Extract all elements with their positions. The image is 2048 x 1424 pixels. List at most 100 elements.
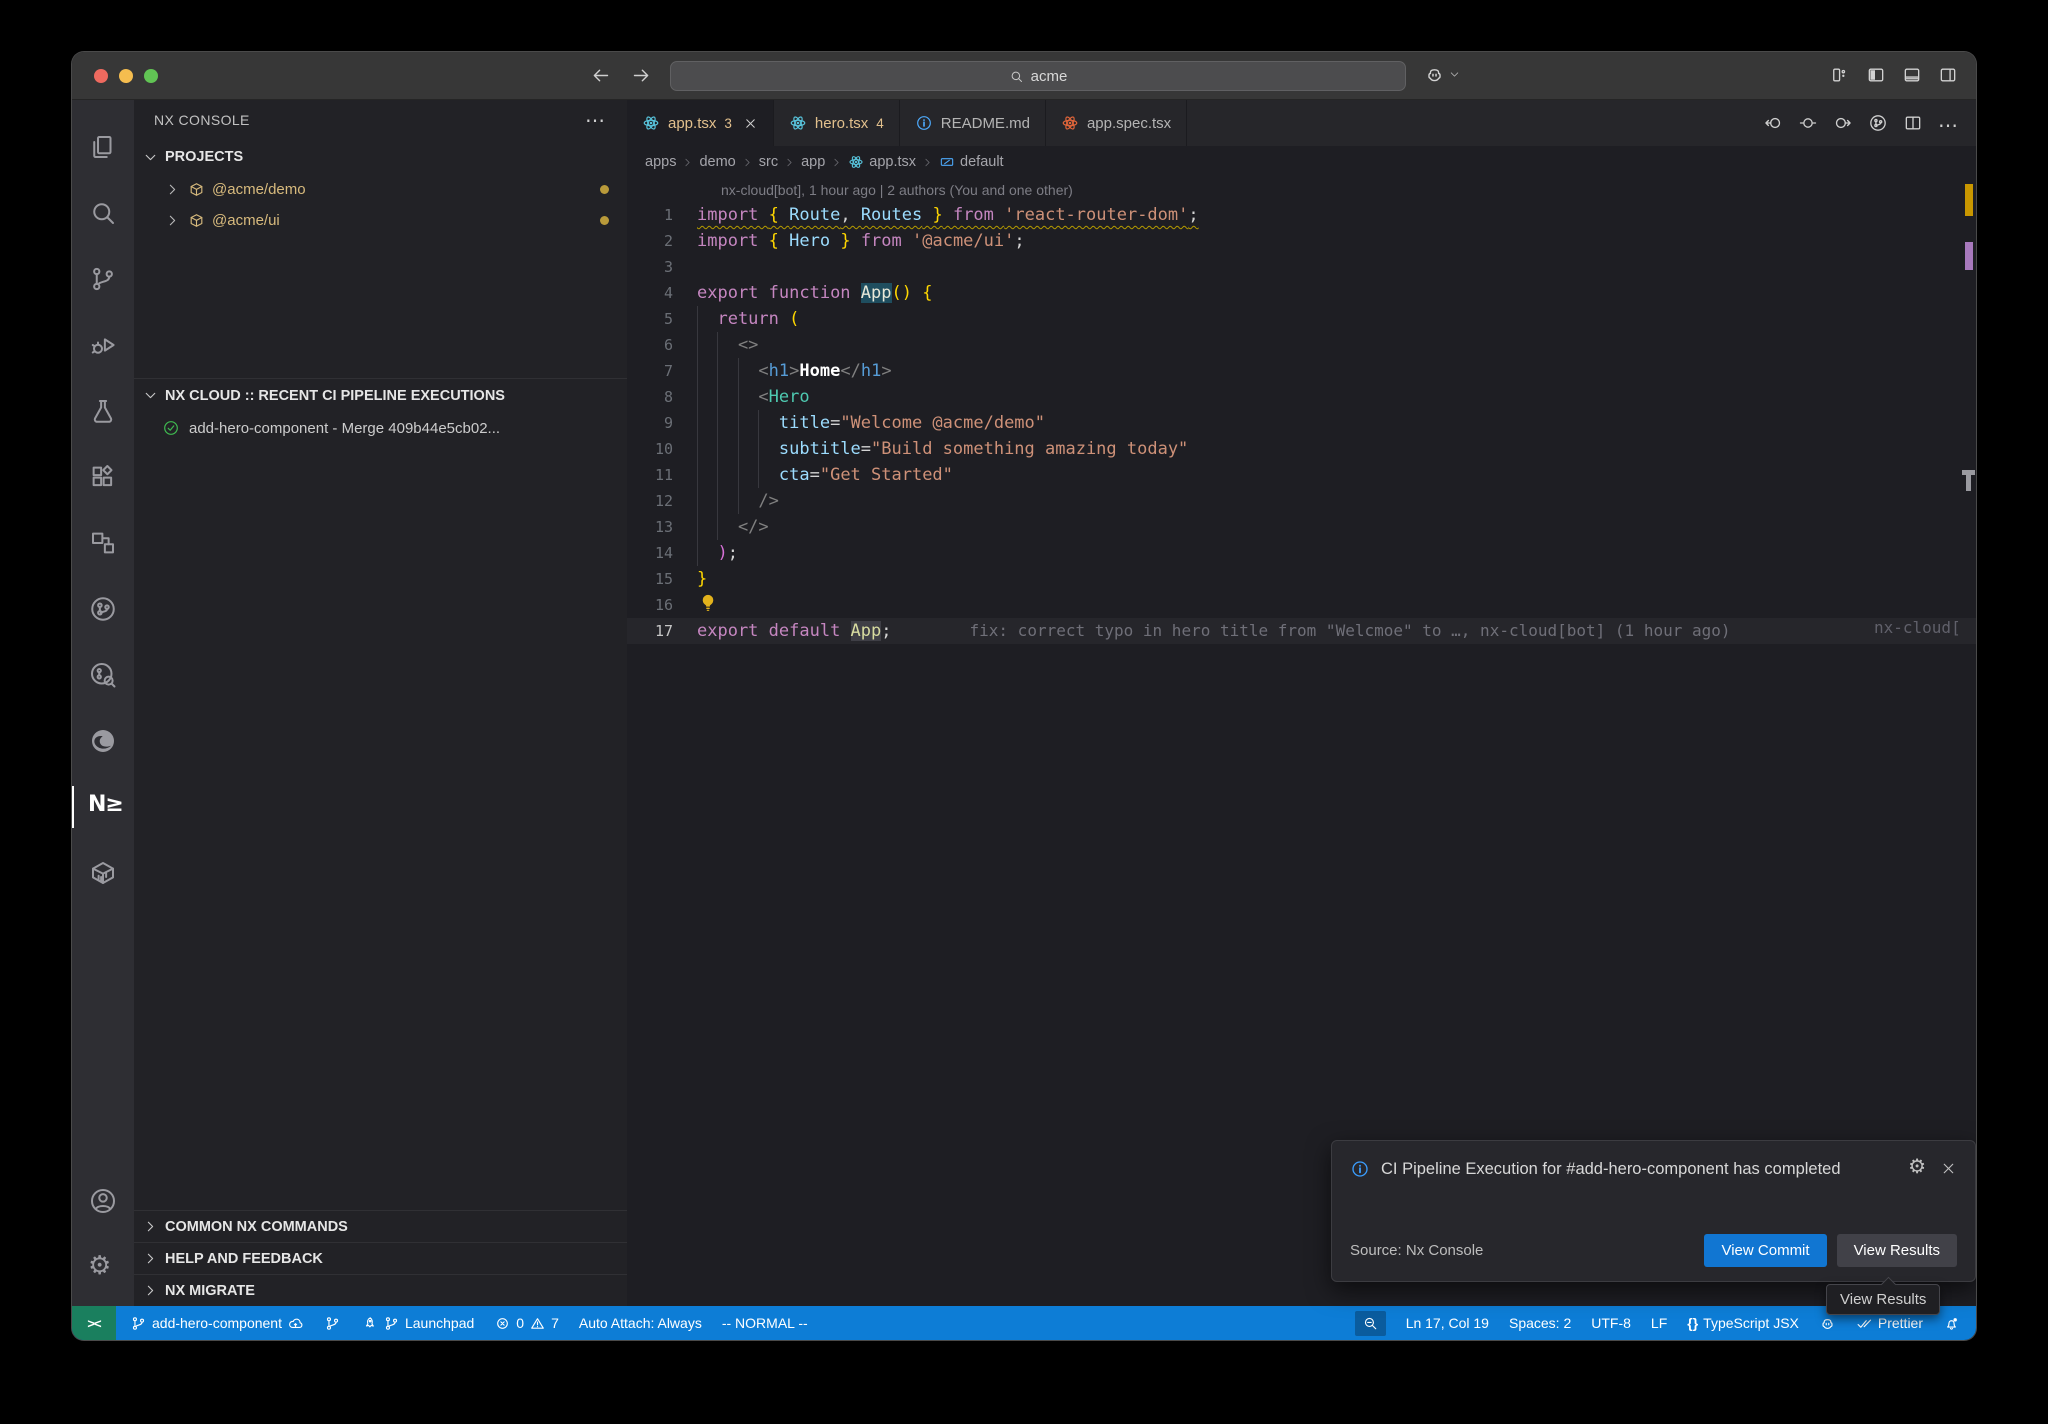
tab-label: app.spec.tsx — [1087, 115, 1171, 132]
activity-item-settings[interactable]: ⚙ — [72, 1234, 134, 1300]
toggle-secondary-sidebar-icon[interactable] — [1938, 65, 1958, 85]
status-item-indentation[interactable]: Spaces: 2 — [1509, 1315, 1571, 1331]
status-item-eol[interactable]: LF — [1651, 1315, 1667, 1331]
status-item-copilot[interactable] — [1819, 1315, 1836, 1332]
tab-hero.tsx[interactable]: hero.tsx4 — [774, 100, 900, 146]
nx-cloud-icon — [88, 594, 118, 624]
status-item-launchpad[interactable]: Launchpad — [361, 1315, 474, 1332]
tab-app.spec.tsx[interactable]: app.spec.tsx — [1046, 100, 1187, 146]
section-nx-migrate[interactable]: NX MIGRATE — [134, 1274, 627, 1306]
titlebar: acme — [72, 52, 1976, 100]
minimize-window-button[interactable] — [119, 69, 133, 83]
activity-item-source-control[interactable] — [72, 246, 134, 312]
history-forward-icon[interactable] — [1833, 113, 1853, 133]
overview-ruler[interactable] — [1961, 178, 1976, 1306]
chevron-down-icon — [142, 387, 159, 404]
nav-back-icon[interactable] — [590, 65, 611, 86]
toggle-sidebar-icon[interactable] — [1866, 65, 1886, 85]
project-row[interactable]: @acme/demo — [134, 174, 627, 205]
section-common-nx-commands[interactable]: COMMON NX COMMANDS — [134, 1210, 627, 1242]
view-results-button[interactable]: View Results — [1837, 1234, 1957, 1267]
pipeline-row[interactable]: add-hero-component - Merge 409b44e5cb02.… — [134, 412, 627, 444]
activity-item-search[interactable] — [72, 180, 134, 246]
notification-settings-icon[interactable]: ⚙ — [1908, 1157, 1926, 1182]
react-icon — [848, 154, 864, 170]
status-item-encoding[interactable]: UTF-8 — [1591, 1315, 1631, 1331]
activity-item-nx-console[interactable]: N≥ — [72, 774, 134, 840]
activity-item-testing[interactable] — [72, 378, 134, 444]
sidebar-more-icon[interactable]: ⋯ — [585, 108, 607, 133]
history-current-icon[interactable] — [1798, 113, 1818, 133]
line-number: 9 — [627, 410, 697, 436]
activity-item-containers[interactable] — [72, 840, 134, 906]
sidebar-nx-console: NX CONSOLE ⋯ PROJECTS @acme/demo@acme/ui… — [134, 100, 627, 1306]
braces-glyph: {} — [1687, 1315, 1698, 1331]
customize-layout-icon[interactable] — [1830, 65, 1850, 85]
code-editor[interactable]: nx-cloud[bot], 1 hour ago | 2 authors (Y… — [627, 178, 1976, 1306]
close-icon[interactable] — [1940, 1160, 1957, 1177]
split-editor-icon[interactable] — [1903, 113, 1923, 133]
breadcrumb-item-demo[interactable]: demo — [699, 154, 735, 170]
status-item-formatter[interactable]: Prettier — [1856, 1315, 1923, 1332]
gitlens-icon — [88, 660, 118, 690]
status-item-notifications-bell[interactable] — [1943, 1315, 1960, 1332]
copilot-icon — [1424, 64, 1445, 85]
status-item-zoom-indicator[interactable] — [1355, 1311, 1386, 1336]
project-row[interactable]: @acme/ui — [134, 205, 627, 236]
code-line-1: 1import { Route, Routes } from 'react-ro… — [627, 202, 1976, 228]
graph-circle-icon[interactable] — [1868, 113, 1888, 133]
activity-item-edge-tools[interactable] — [72, 708, 134, 774]
history-back-icon[interactable] — [1763, 113, 1783, 133]
activity-item-project-graph[interactable] — [72, 510, 134, 576]
status-item-cursor-position[interactable]: Ln 17, Col 19 — [1406, 1315, 1489, 1331]
tab-app.tsx[interactable]: app.tsx3 — [627, 100, 774, 146]
code-line-10: 10subtitle="Build something amazing toda… — [627, 436, 1976, 462]
view-commit-button[interactable]: View Commit — [1704, 1234, 1826, 1267]
breadcrumb-label: app — [801, 154, 825, 170]
status-item-language-mode[interactable]: {}TypeScript JSX — [1687, 1315, 1799, 1331]
line-content: ); — [697, 540, 738, 566]
section-projects[interactable]: PROJECTS — [134, 140, 627, 174]
more-actions-icon[interactable]: ⋯ — [1938, 113, 1958, 133]
status-text: 7 — [551, 1315, 559, 1331]
status-item-auto-attach[interactable]: Auto Attach: Always — [579, 1315, 702, 1331]
copilot-menu[interactable] — [1424, 64, 1461, 85]
section-nx-cloud[interactable]: NX CLOUD :: RECENT CI PIPELINE EXECUTION… — [134, 378, 627, 412]
status-item-problems[interactable]: 07 — [494, 1315, 559, 1332]
section-help-and-feedback[interactable]: HELP AND FEEDBACK — [134, 1242, 627, 1274]
activity-item-gitlens[interactable] — [72, 642, 134, 708]
breadcrumb-item-app.tsx[interactable]: app.tsx — [848, 154, 916, 170]
breadcrumb-item-src[interactable]: src — [759, 154, 778, 170]
status-item-vim-mode[interactable]: -- NORMAL -- — [722, 1315, 808, 1331]
accounts-icon — [88, 1186, 118, 1216]
branch-icon — [324, 1315, 341, 1332]
status-text: Ln 17, Col 19 — [1406, 1315, 1489, 1331]
close-tab-icon[interactable] — [743, 116, 758, 131]
command-center-search[interactable]: acme — [670, 61, 1406, 91]
breadcrumb-item-app[interactable]: app — [801, 154, 825, 170]
breadcrumb-item-default[interactable]: default — [939, 154, 1004, 170]
status-text: Auto Attach: Always — [579, 1315, 702, 1331]
code-line-16: 16 — [627, 592, 1976, 618]
activity-item-nx-cloud[interactable] — [72, 576, 134, 642]
breadcrumb-item-apps[interactable]: apps — [645, 154, 676, 170]
activity-item-run-debug[interactable] — [72, 312, 134, 378]
activity-item-explorer[interactable] — [72, 114, 134, 180]
breadcrumb-separator-icon — [681, 156, 694, 169]
status-item-branch-status[interactable]: add-hero-component — [130, 1315, 304, 1332]
remote-indicator[interactable]: >< — [72, 1306, 116, 1340]
zoom-window-button[interactable] — [144, 69, 158, 83]
section-label: NX MIGRATE — [165, 1283, 255, 1299]
status-text: -- NORMAL -- — [722, 1315, 808, 1331]
cloudup-icon — [287, 1315, 304, 1332]
status-item-compare-branch[interactable] — [324, 1315, 341, 1332]
search-icon — [1009, 69, 1024, 84]
nav-forward-icon[interactable] — [631, 65, 652, 86]
toggle-panel-icon[interactable] — [1902, 65, 1922, 85]
activity-item-accounts[interactable] — [72, 1168, 134, 1234]
activity-item-extensions[interactable] — [72, 444, 134, 510]
tab-README.md[interactable]: README.md — [900, 100, 1046, 146]
close-window-button[interactable] — [94, 69, 108, 83]
line-number: 1 — [627, 202, 697, 228]
line-number: 8 — [627, 384, 697, 410]
